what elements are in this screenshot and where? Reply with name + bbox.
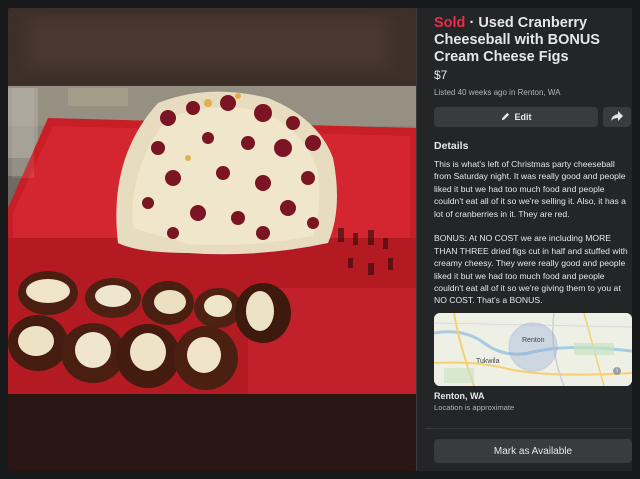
share-arrow-icon	[611, 108, 623, 126]
listing-viewer: Sold · Used Cranberry Cheeseball with BO…	[8, 8, 632, 471]
listing-title: Sold · Used Cranberry Cheeseball with BO…	[434, 15, 624, 66]
location-note: Location is approximate	[434, 403, 515, 412]
divider	[425, 428, 632, 429]
listing-price: $7	[434, 68, 448, 82]
description-paragraph: BONUS: At NO COST we are including MORE …	[434, 233, 628, 306]
details-heading: Details	[434, 140, 469, 152]
location-map[interactable]: Renton Tukwila i	[434, 313, 632, 386]
listing-header: Sold · Used Cranberry Cheeseball with BO…	[434, 15, 624, 97]
location-name: Renton, WA	[434, 391, 485, 401]
mark-as-available-button[interactable]: Mark as Available	[434, 439, 632, 463]
listing-description: This is what's left of Christmas party c…	[434, 158, 630, 319]
title-separator: ·	[465, 15, 479, 31]
sold-badge: Sold	[434, 15, 466, 31]
listed-info: Listed 40 weeks ago in Renton, WA	[434, 88, 561, 97]
listing-details-panel: Sold · Used Cranberry Cheeseball with BO…	[416, 8, 632, 471]
map-label-renton: Renton	[522, 337, 545, 344]
pencil-icon	[501, 112, 510, 123]
approx-area-circle	[508, 322, 558, 372]
map-label-tukwila: Tukwila	[476, 358, 500, 365]
listing-photo[interactable]	[8, 8, 416, 471]
edit-button-label: Edit	[514, 112, 532, 122]
info-icon[interactable]: i	[613, 367, 621, 375]
cheeseball-photo	[8, 8, 416, 471]
description-paragraph: This is what's left of Christmas party c…	[434, 159, 626, 219]
edit-button[interactable]: Edit	[434, 107, 598, 127]
share-button[interactable]	[603, 107, 631, 127]
map-graphic	[434, 313, 632, 386]
